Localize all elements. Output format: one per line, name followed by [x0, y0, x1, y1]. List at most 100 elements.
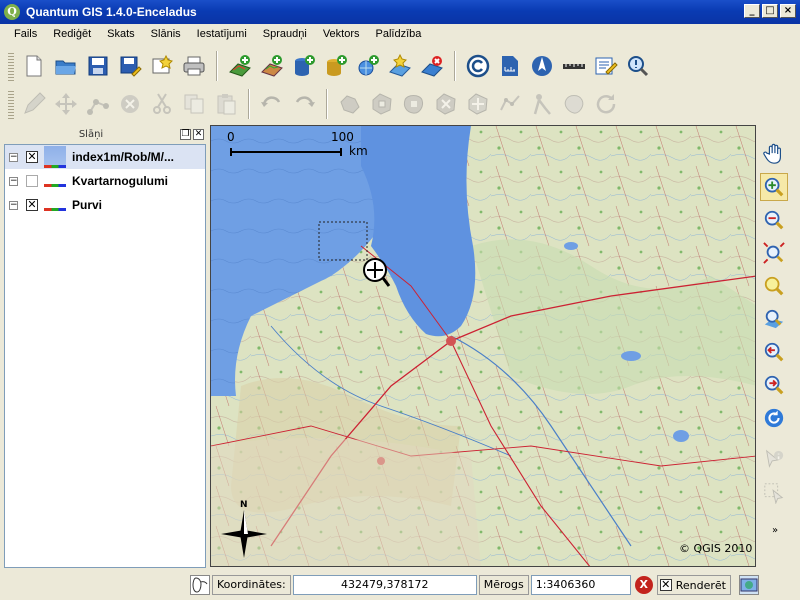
paste-features-button[interactable] — [212, 90, 240, 118]
node-tool-icon — [87, 99, 109, 115]
zoom-next-button[interactable] — [760, 371, 788, 399]
menu-vector[interactable]: Vektors — [315, 28, 368, 40]
split-features-button[interactable] — [528, 90, 556, 118]
scale-bar-unit-label: km — [349, 144, 368, 158]
close-panel-button[interactable]: ✕ — [193, 128, 204, 140]
cut-features-button[interactable] — [148, 90, 176, 118]
menu-settings[interactable]: Iestatījumi — [189, 28, 255, 40]
zoom-out-icon — [764, 210, 784, 230]
move-feature-button[interactable] — [52, 90, 80, 118]
undo-button[interactable] — [258, 90, 286, 118]
menu-layer[interactable]: Slānis — [143, 28, 189, 40]
menu-file[interactable]: Fails — [6, 28, 45, 40]
add-island-button[interactable] — [400, 90, 428, 118]
toolbar-grip[interactable] — [8, 51, 14, 81]
toggle-editing-button[interactable] — [20, 90, 48, 118]
coordinate-capture-button[interactable] — [190, 575, 210, 595]
layer-visibility-checkbox[interactable] — [26, 175, 38, 187]
pan-button[interactable] — [760, 140, 788, 168]
save-as-button[interactable] — [116, 52, 144, 80]
delete-part-icon — [468, 93, 488, 115]
identify-features-icon — [765, 449, 784, 468]
layer-row[interactable]: − Kvartarnogulumi — [5, 169, 205, 193]
add-raster-layer-button[interactable] — [258, 52, 286, 80]
add-raster-layer-icon — [261, 55, 283, 77]
copyright-label-button[interactable] — [464, 52, 492, 80]
toolbar-overflow-icon[interactable]: » — [760, 525, 790, 536]
simplify-feature-button[interactable] — [336, 90, 364, 118]
zoom-to-selection-button[interactable] — [760, 272, 788, 300]
rotate-feature-button[interactable] — [592, 90, 620, 118]
zoom-last-button[interactable] — [760, 338, 788, 366]
scale-field[interactable]: 1:3406360 — [530, 575, 631, 595]
menu-view[interactable]: Skats — [99, 28, 143, 40]
collapse-icon[interactable]: − — [9, 200, 18, 210]
print-icon — [183, 56, 205, 76]
add-postgis-layer-button[interactable] — [290, 52, 318, 80]
float-panel-button[interactable]: ❐ — [180, 128, 191, 140]
delete-part-button[interactable] — [464, 90, 492, 118]
coordinates-label: Koordinātes: — [212, 575, 291, 595]
zoom-in-button[interactable] — [760, 173, 788, 201]
menu-help[interactable]: Palīdzība — [368, 28, 430, 40]
delete-ring-button[interactable] — [432, 90, 460, 118]
save-project-button[interactable] — [84, 52, 112, 80]
open-project-button[interactable] — [52, 52, 80, 80]
measure-icon — [563, 64, 585, 69]
map-canvas[interactable]: 0 100 km N © QGIS 2010 — [210, 125, 756, 567]
maximize-button[interactable]: □ — [762, 4, 778, 18]
vector-legend-icon — [44, 199, 66, 211]
map-rendering — [211, 126, 755, 566]
edit-toolbar — [0, 84, 800, 124]
north-arrow-button[interactable] — [528, 52, 556, 80]
collapse-icon[interactable]: − — [9, 152, 18, 162]
new-vector-layer-button[interactable] — [386, 52, 414, 80]
new-print-composer-button[interactable] — [148, 52, 176, 80]
save-as-icon — [120, 56, 142, 77]
save-project-icon — [88, 56, 108, 76]
redo-icon — [295, 96, 315, 107]
annotation-button[interactable] — [592, 52, 620, 80]
add-spatialite-layer-button[interactable] — [322, 52, 350, 80]
add-wms-layer-button[interactable] — [354, 52, 382, 80]
print-button[interactable] — [180, 52, 208, 80]
projection-status-button[interactable] — [738, 575, 759, 595]
minimize-button[interactable]: _ — [744, 4, 760, 18]
coordinates-field[interactable]: 432479,378172 — [292, 575, 477, 595]
layer-visibility-checkbox[interactable]: ✕ — [26, 151, 38, 163]
remove-layer-button[interactable] — [418, 52, 446, 80]
collapse-icon[interactable]: − — [9, 176, 18, 186]
select-features-button[interactable] — [760, 479, 788, 507]
identify-button[interactable] — [624, 52, 652, 80]
render-checkbox[interactable]: ✕ — [659, 579, 672, 591]
zoom-out-button[interactable] — [760, 206, 788, 234]
toolbar-grip[interactable] — [8, 89, 14, 119]
delete-selected-button[interactable] — [116, 90, 144, 118]
menu-plugins[interactable]: Spraudņi — [255, 28, 315, 40]
add-vector-layer-button[interactable] — [226, 52, 254, 80]
split-features-icon — [533, 94, 551, 115]
pan-icon — [763, 143, 782, 164]
close-button[interactable]: × — [780, 4, 796, 18]
measure-button[interactable] — [560, 52, 588, 80]
redo-button[interactable] — [290, 90, 318, 118]
render-toggle[interactable]: ✕ Renderēt — [656, 575, 731, 595]
reshape-features-button[interactable] — [496, 90, 524, 118]
zoom-full-button[interactable] — [760, 239, 788, 267]
new-vector-layer-icon — [389, 54, 411, 77]
scale-bar-button[interactable] — [496, 52, 524, 80]
copy-features-button[interactable] — [180, 90, 208, 118]
node-tool-button[interactable] — [84, 90, 112, 118]
add-postgis-layer-icon — [295, 55, 315, 76]
layer-row[interactable]: − ✕ Purvi — [5, 193, 205, 217]
layer-row[interactable]: − ✕ index1m/Rob/M/... — [5, 145, 205, 169]
menu-edit[interactable]: Rediģēt — [45, 28, 99, 40]
zoom-to-layer-button[interactable] — [760, 305, 788, 333]
stop-rendering-button[interactable]: X — [634, 576, 653, 594]
layer-visibility-checkbox[interactable]: ✕ — [26, 199, 38, 211]
add-ring-button[interactable] — [368, 90, 396, 118]
new-project-button[interactable] — [20, 52, 48, 80]
refresh-button[interactable] — [760, 404, 788, 432]
merge-features-button[interactable] — [560, 90, 588, 118]
identify-features-button[interactable] — [760, 446, 788, 474]
